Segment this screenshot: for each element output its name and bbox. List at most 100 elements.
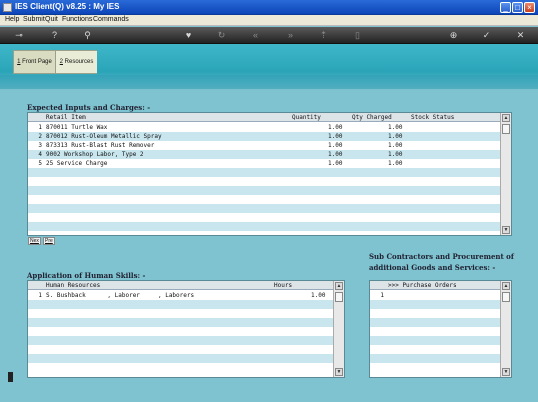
app-icon xyxy=(3,3,12,12)
scroll-up-icon[interactable]: ▲ xyxy=(502,282,510,290)
purchase-orders-grid: >>> Purchase Orders 1 ▲ ▼ xyxy=(369,280,512,378)
empty-row[interactable] xyxy=(28,195,500,204)
upload-icon[interactable]: ⇡ xyxy=(318,30,329,41)
title-bar: IES Client(Q) v8.25 : My IES _ □ × xyxy=(0,0,538,15)
skills-grid-header: Human Resources Hours xyxy=(28,281,333,290)
empty-row[interactable] xyxy=(370,345,500,354)
scroll-down-icon[interactable]: ▼ xyxy=(502,368,510,376)
prev-page-button[interactable]: Pre xyxy=(43,237,55,245)
empty-row[interactable] xyxy=(28,327,333,336)
scroll-thumb[interactable] xyxy=(335,292,343,302)
empty-row[interactable] xyxy=(28,336,333,345)
empty-row[interactable] xyxy=(28,168,500,177)
col-quantity: Quantity xyxy=(292,114,321,121)
empty-row[interactable] xyxy=(28,300,333,309)
table-row[interactable]: 1 870011 Turtle Wax 1.00 1.00 xyxy=(28,123,500,132)
scroll-up-icon[interactable]: ▲ xyxy=(502,114,510,122)
cancel-icon[interactable]: ✕ xyxy=(515,30,526,41)
table-row[interactable]: 1 S. Bushback , Laborer , Laborers 1.00 xyxy=(28,291,333,300)
key-icon[interactable]: ⊸ xyxy=(10,30,28,41)
purchase-orders-scrollbar[interactable]: ▲ ▼ xyxy=(500,281,511,377)
table-row[interactable]: 5 25 Service Charge 1.00 1.00 xyxy=(28,159,500,168)
empty-row[interactable] xyxy=(28,345,333,354)
add-icon[interactable]: ⊕ xyxy=(448,30,459,41)
first-record-icon[interactable]: « xyxy=(250,30,261,41)
table-row[interactable]: 4 9002 Workshop Labor, Type 2 1.00 1.00 xyxy=(28,150,500,159)
row-quantity: 1.00 xyxy=(328,142,343,149)
band-stripe xyxy=(0,75,538,89)
row-number: 1 xyxy=(38,292,42,299)
menu-bar: Help Submit Quit Functions Commands xyxy=(0,15,538,26)
scroll-thumb[interactable] xyxy=(502,292,510,302)
empty-row[interactable] xyxy=(28,222,500,231)
empty-row[interactable] xyxy=(370,363,500,372)
empty-row[interactable] xyxy=(370,318,500,327)
row-quantity: 1.00 xyxy=(328,160,343,167)
empty-row[interactable] xyxy=(28,213,500,222)
col-purchase-orders: >>> Purchase Orders xyxy=(388,282,457,289)
row-number: 4 xyxy=(38,151,42,158)
subcontract-title-line1: Sub Contractors and Procurement of xyxy=(369,252,514,261)
menu-commands[interactable]: Commands xyxy=(93,16,129,23)
row-number: 1 xyxy=(380,292,384,299)
scroll-down-icon[interactable]: ▼ xyxy=(335,368,343,376)
page-icon[interactable]: ▯ xyxy=(352,30,363,41)
empty-row[interactable] xyxy=(370,300,500,309)
table-row[interactable]: 2 870012 Rust-Oleum Metallic Spray 1.00 … xyxy=(28,132,500,141)
row-qty-charged: 1.00 xyxy=(388,160,403,167)
inputs-grid: Retail Item Quantity Qty Charged Stock S… xyxy=(27,112,512,236)
menu-submit[interactable]: Submit xyxy=(23,16,45,23)
toolbar: ⊸ ? ⚲ ♥ ↻ « » ⇡ ▯ ⊕ ✓ ✕ xyxy=(0,27,538,44)
row-hours: 1.00 xyxy=(311,292,326,299)
table-row[interactable]: 1 xyxy=(370,291,500,300)
minimize-button[interactable]: _ xyxy=(500,2,511,13)
purchase-orders-header: >>> Purchase Orders xyxy=(370,281,500,290)
maximize-button[interactable]: □ xyxy=(512,2,523,13)
side-marker-icon xyxy=(8,372,13,382)
col-stock-status: Stock Status xyxy=(411,114,455,121)
menu-help[interactable]: Help xyxy=(5,16,19,23)
scroll-up-icon[interactable]: ▲ xyxy=(335,282,343,290)
empty-row[interactable] xyxy=(28,177,500,186)
heart-icon[interactable]: ♥ xyxy=(183,30,194,41)
tab-strip: 1 Front Page 2 Resources xyxy=(13,50,97,74)
empty-row[interactable] xyxy=(370,309,500,318)
search-icon[interactable]: ⚲ xyxy=(82,30,93,41)
empty-row[interactable] xyxy=(370,336,500,345)
scroll-down-icon[interactable]: ▼ xyxy=(502,226,510,234)
empty-row[interactable] xyxy=(370,327,500,336)
empty-row[interactable] xyxy=(28,354,333,363)
help-icon[interactable]: ? xyxy=(49,30,60,41)
row-item: 9002 Workshop Labor, Type 2 xyxy=(46,151,144,158)
skills-grid: Human Resources Hours 1 S. Bushback , La… xyxy=(27,280,345,378)
next-page-button[interactable]: Nex xyxy=(28,237,41,245)
col-human-resources: Human Resources xyxy=(46,282,101,289)
empty-row[interactable] xyxy=(28,363,333,372)
tab-front-page[interactable]: 1 Front Page xyxy=(14,51,55,73)
col-retail-item: Retail Item xyxy=(46,114,86,121)
table-row[interactable]: 3 873313 Rust-Blast Rust Remover 1.00 1.… xyxy=(28,141,500,150)
empty-row[interactable] xyxy=(370,354,500,363)
inputs-scrollbar[interactable]: ▲ ▼ xyxy=(500,113,511,235)
row-quantity: 1.00 xyxy=(328,124,343,131)
empty-row[interactable] xyxy=(28,186,500,195)
empty-row[interactable] xyxy=(28,318,333,327)
skills-scrollbar[interactable]: ▲ ▼ xyxy=(333,281,344,377)
scroll-thumb[interactable] xyxy=(502,124,510,134)
row-qty-charged: 1.00 xyxy=(388,142,403,149)
row-number: 3 xyxy=(38,142,42,149)
row-qty-charged: 1.00 xyxy=(388,124,403,131)
row-number: 2 xyxy=(38,133,42,140)
col-qty-charged: Qty Charged xyxy=(352,114,392,121)
next-record-icon[interactable]: » xyxy=(285,30,296,41)
tab-resources[interactable]: 2 Resources xyxy=(55,51,97,73)
confirm-icon[interactable]: ✓ xyxy=(481,30,492,41)
empty-row[interactable] xyxy=(28,309,333,318)
row-item: 870011 Turtle Wax xyxy=(46,124,108,131)
close-button[interactable]: × xyxy=(524,2,535,13)
menu-functions[interactable]: Functions xyxy=(62,16,92,23)
menu-quit[interactable]: Quit xyxy=(45,16,58,23)
refresh-icon[interactable]: ↻ xyxy=(216,30,227,41)
empty-row[interactable] xyxy=(28,204,500,213)
row-quantity: 1.00 xyxy=(328,133,343,140)
